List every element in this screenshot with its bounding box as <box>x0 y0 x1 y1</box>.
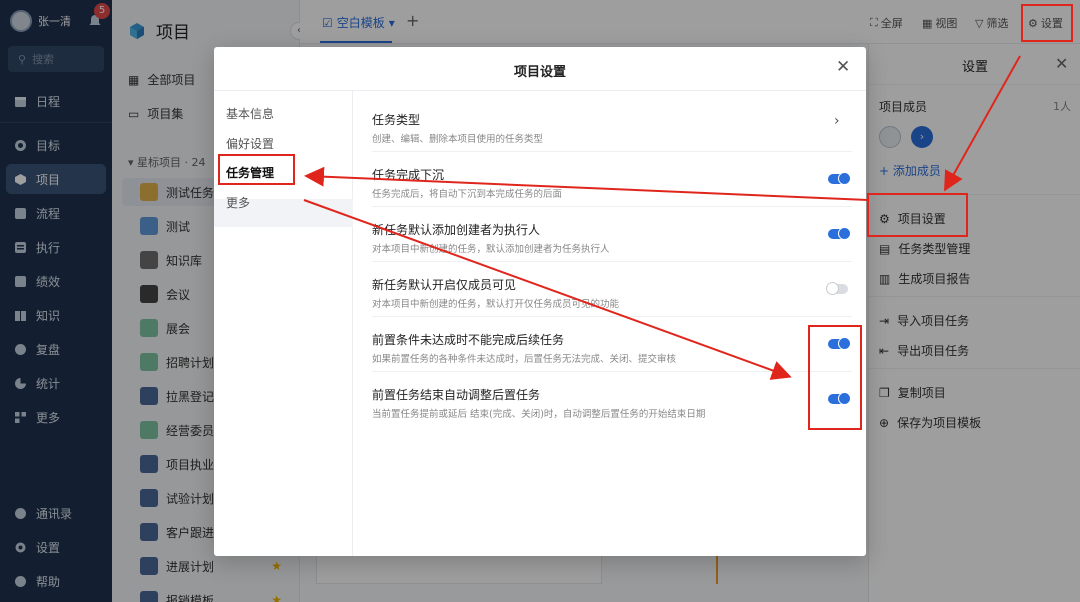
arrow-project-settings-to-task-management <box>304 166 869 201</box>
arrow-task-management-to-toggles <box>303 199 792 380</box>
annotation-arrows <box>303 55 1021 380</box>
arrow-settings-to-project-settings <box>944 55 1021 192</box>
